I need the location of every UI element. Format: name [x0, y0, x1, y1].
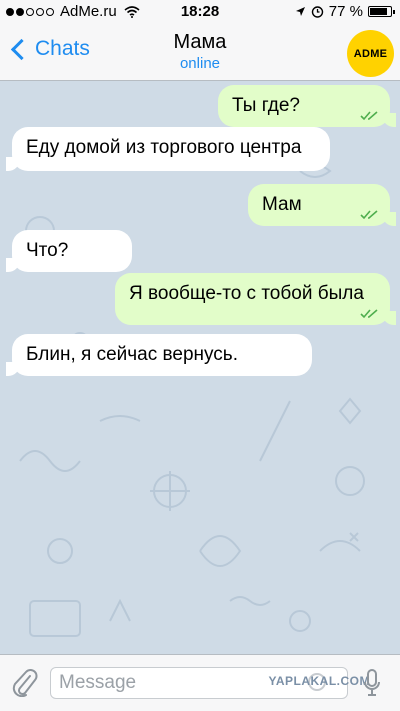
chat-header: Chats Мама online ADME: [0, 24, 400, 81]
message-bubble-incoming[interactable]: Что?: [6, 230, 132, 272]
battery-icon: [368, 6, 395, 17]
read-double-check-icon: [360, 210, 378, 220]
chat-status: online: [179, 55, 221, 72]
wifi-icon: [124, 5, 140, 18]
message-bubble-outgoing[interactable]: Ты где?: [218, 85, 396, 127]
message-text: Блин, я сейчас вернусь.: [26, 344, 238, 365]
microphone-icon[interactable]: [362, 668, 382, 698]
status-bar: AdMe.ru 18:28 77 %: [0, 0, 400, 24]
message-bubble-incoming[interactable]: Блин, я сейчас вернусь.: [6, 334, 312, 376]
location-icon: [295, 7, 305, 16]
message-bubble-incoming[interactable]: Еду домой из торгового центра: [6, 127, 330, 171]
signal-strength-icon: [6, 7, 54, 16]
carrier-name: AdMe.ru: [60, 3, 117, 20]
status-left: AdMe.ru: [6, 3, 140, 20]
composer-bar: YAPLAKAL.COM: [0, 654, 400, 711]
read-double-check-icon: [360, 309, 378, 319]
avatar[interactable]: ADME: [347, 30, 394, 77]
chat-title-block[interactable]: Мама online: [0, 31, 400, 72]
message-bubble-outgoing[interactable]: Мам: [248, 184, 396, 226]
battery-percent: 77 %: [328, 3, 363, 20]
message-list[interactable]: Ты где? Еду домой из торгового центра Ма…: [0, 81, 400, 654]
status-right: 77 %: [295, 3, 395, 20]
watermark: YAPLAKAL.COM: [268, 674, 370, 688]
message-text: Еду домой из торгового центра: [26, 137, 302, 158]
message-text: Я вообще-то с тобой была: [129, 283, 364, 304]
read-double-check-icon: [360, 111, 378, 121]
message-text: Что?: [26, 240, 69, 261]
paperclip-icon[interactable]: [10, 667, 38, 697]
chat-title: Мама: [173, 31, 227, 53]
message-text: Мам: [262, 194, 302, 215]
alarm-icon: [311, 6, 323, 18]
message-bubble-outgoing[interactable]: Я вообще-то с тобой была: [115, 273, 396, 325]
message-text: Ты где?: [232, 95, 301, 116]
